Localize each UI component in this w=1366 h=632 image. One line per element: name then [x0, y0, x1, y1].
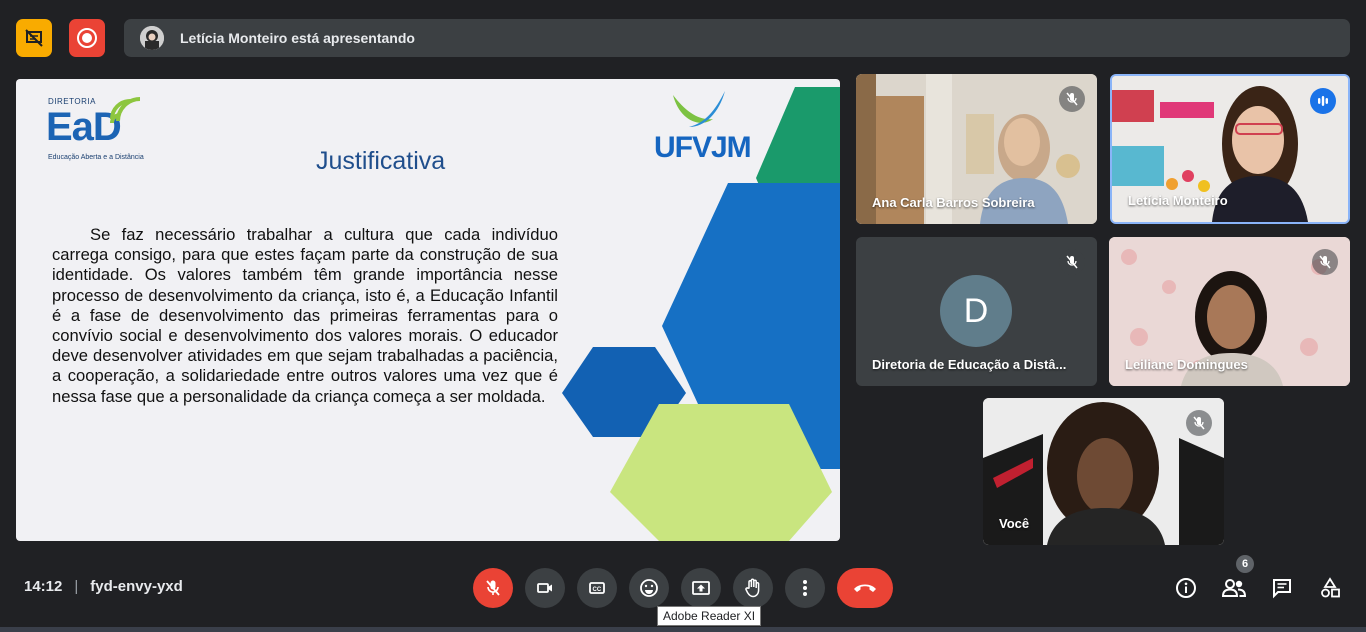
- hang-up-icon: [854, 584, 876, 592]
- shared-slide: DIRETORIA EaD Educação Aberta e a Distân…: [16, 79, 840, 541]
- meeting-info: 14:12 | fyd-envy-yxd: [24, 578, 183, 595]
- present-screen-icon: [692, 581, 710, 595]
- microphone-button[interactable]: [473, 568, 513, 608]
- chat-icon: [1273, 579, 1291, 599]
- present-button[interactable]: [681, 568, 721, 608]
- ufvjm-logo: UFVJM: [654, 131, 752, 164]
- participant-tile-leiliane[interactable]: Leiliane Domingues: [1109, 237, 1350, 386]
- presenting-label: Letícia Monteiro está apresentando: [180, 30, 415, 46]
- participant-name: Leiliane Domingues: [1125, 357, 1248, 372]
- muted-indicator: [1186, 410, 1212, 436]
- mic-off-icon: [1193, 416, 1205, 430]
- muted-indicator: [1312, 249, 1338, 275]
- meeting-details-button[interactable]: [1172, 574, 1200, 602]
- captions-button[interactable]: CC: [577, 568, 617, 608]
- separator: |: [74, 578, 79, 595]
- participant-tile-leticia[interactable]: Letícia Monteiro: [1110, 74, 1350, 224]
- participant-name: Você: [999, 516, 1030, 531]
- raise-hand-icon: [745, 578, 760, 598]
- raise-hand-button[interactable]: [733, 568, 773, 608]
- mic-off-icon: [1066, 255, 1078, 269]
- wifi-logo-icon: [110, 97, 141, 124]
- slide-title: Justificativa: [316, 147, 446, 175]
- meeting-code: fyd-envy-yxd: [90, 578, 183, 595]
- mic-off-icon: [1066, 92, 1078, 106]
- more-options-icon: [803, 580, 807, 596]
- participant-name: Letícia Monteiro: [1128, 193, 1228, 208]
- camera-button[interactable]: [525, 568, 565, 608]
- presentation-toggle-button[interactable]: [16, 19, 52, 57]
- muted-indicator: [1059, 86, 1085, 112]
- captions-icon: CC: [589, 582, 605, 594]
- activities-button[interactable]: [1316, 574, 1344, 602]
- ufvjm-logo-icon: [673, 91, 725, 127]
- os-taskbar-edge: [0, 627, 1366, 632]
- info-icon: [1176, 578, 1196, 598]
- people-icon: [1221, 579, 1247, 597]
- recording-button[interactable]: [69, 19, 105, 57]
- muted-indicator: [1059, 249, 1085, 275]
- chat-button[interactable]: [1268, 574, 1296, 602]
- participant-name: Ana Carla Barros Sobreira: [872, 195, 1035, 210]
- emoji-icon: [640, 579, 658, 597]
- presenting-banner: Letícia Monteiro está apresentando: [124, 19, 1350, 57]
- record-icon: [77, 28, 97, 48]
- mic-off-icon: [486, 580, 500, 596]
- leave-call-button[interactable]: [837, 568, 893, 608]
- participant-tile-self[interactable]: Você: [983, 398, 1224, 545]
- participant-count-badge: 6: [1236, 555, 1254, 573]
- mic-off-icon: [1319, 255, 1331, 269]
- people-button[interactable]: [1220, 574, 1248, 602]
- speaking-icon: [1318, 96, 1328, 106]
- participant-tile-ana[interactable]: Ana Carla Barros Sobreira: [856, 74, 1097, 224]
- taskbar-tooltip: Adobe Reader XI: [657, 606, 762, 626]
- clock: 14:12: [24, 578, 63, 595]
- avatar: D: [940, 275, 1012, 347]
- ead-logo-subtitle: Educação Aberta e a Distância: [48, 154, 144, 161]
- more-options-button[interactable]: [785, 568, 825, 608]
- participant-name: Diretoria de Educação a Distâ...: [872, 357, 1067, 372]
- activities-icon: [1321, 577, 1340, 598]
- participant-tile-diretoria[interactable]: D Diretoria de Educação a Distâ...: [856, 237, 1097, 386]
- speaking-indicator: [1310, 88, 1336, 114]
- camera-icon: [537, 583, 552, 593]
- slide-body-text: Se faz necessário trabalhar a cultura qu…: [52, 225, 558, 406]
- reactions-button[interactable]: [629, 568, 669, 608]
- svg-text:CC: CC: [593, 587, 602, 593]
- presenter-avatar: [140, 26, 164, 50]
- presentation-off-icon: [25, 29, 43, 47]
